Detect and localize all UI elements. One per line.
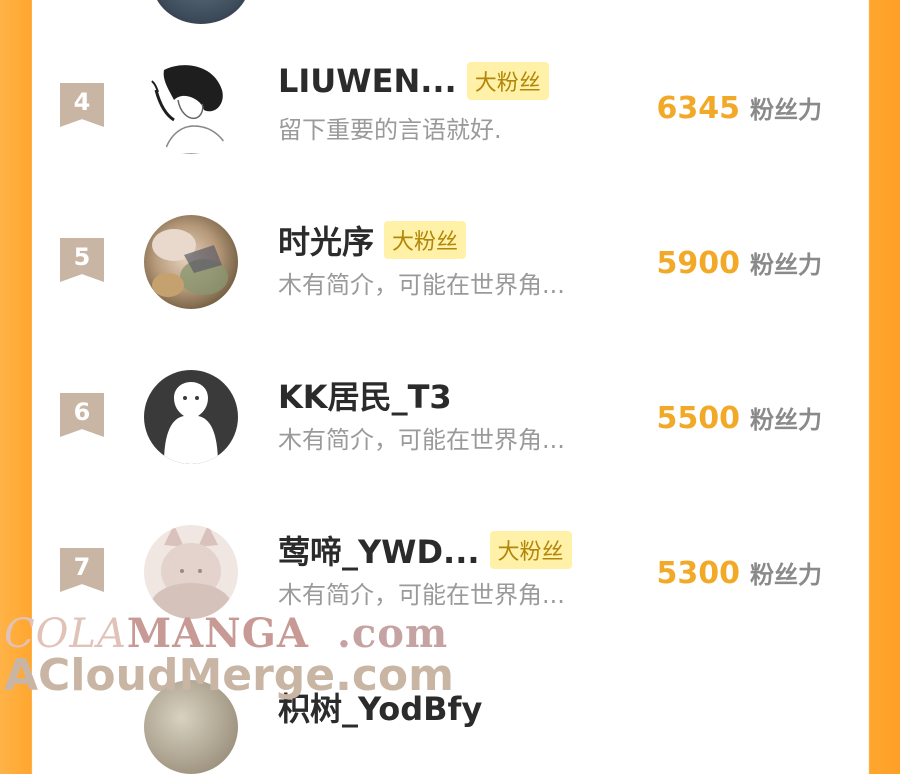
fan-power-value: 6345	[656, 91, 741, 126]
fan-ranking-panel: 4 LIUWEN... 大粉丝 留下重要的言语就好. 6345 粉丝力 5 时光…	[32, 0, 868, 774]
big-fan-badge: 大粉丝	[489, 531, 572, 569]
fox-girl-avatar[interactable]	[144, 525, 238, 619]
fan-power-unit: 粉丝力	[750, 406, 822, 434]
rank-badge: 4	[60, 83, 104, 127]
fan-power-value: 5500	[656, 401, 741, 436]
sketch-girl-avatar[interactable]	[144, 60, 238, 154]
user-bio: 木有简介，可能在世界角...	[278, 426, 565, 454]
name-line: KK居民_T3	[278, 372, 452, 418]
default-ghost-avatar[interactable]	[144, 370, 238, 464]
rank-badge: 7	[60, 548, 104, 592]
user-name[interactable]: KK居民_T3	[278, 372, 452, 418]
rank-badge: 5	[60, 238, 104, 282]
user-bio: 木有简介，可能在世界角...	[278, 271, 565, 299]
fan-power-value: 5900	[656, 246, 741, 281]
fan-power-unit: 粉丝力	[750, 96, 822, 124]
user-name[interactable]: 时光序	[278, 217, 374, 263]
user-bio: 留下重要的言语就好.	[278, 116, 502, 144]
fan-power: 6345 粉丝力	[657, 90, 823, 126]
user-name[interactable]: LIUWEN...	[278, 62, 457, 100]
rank-badge: 6	[60, 393, 104, 437]
fan-power: 5500 粉丝力	[657, 400, 823, 436]
big-fan-badge: 大粉丝	[384, 221, 467, 259]
name-line: 时光序 大粉丝	[278, 217, 467, 263]
illustration-avatar[interactable]	[144, 215, 238, 309]
fan-power-unit: 粉丝力	[750, 251, 822, 279]
fan-power-unit: 粉丝力	[750, 561, 822, 589]
fan-row[interactable]: 5 时光序 大粉丝 木有简介，可能在世界角... 5900 粉丝力	[32, 195, 868, 345]
user-name[interactable]: 莺啼_YWD...	[278, 527, 480, 573]
top-avatar-cutoff[interactable]	[152, 0, 250, 24]
fan-row[interactable]: 4 LIUWEN... 大粉丝 留下重要的言语就好. 6345 粉丝力	[32, 40, 868, 190]
name-line: 莺啼_YWD... 大粉丝	[278, 527, 572, 573]
fan-row[interactable]: 6 KK居民_T3 木有简介，可能在世界角... 5500 粉丝力	[32, 350, 868, 500]
name-line: LIUWEN... 大粉丝	[278, 62, 549, 100]
fan-power: 5900 粉丝力	[657, 245, 823, 281]
watermark-line2: ACloudMerge.com	[4, 650, 455, 701]
fan-power: 5300 粉丝力	[657, 555, 823, 591]
big-fan-badge: 大粉丝	[466, 62, 549, 100]
user-bio: 木有简介，可能在世界角...	[278, 581, 565, 609]
fan-power-value: 5300	[656, 556, 741, 591]
